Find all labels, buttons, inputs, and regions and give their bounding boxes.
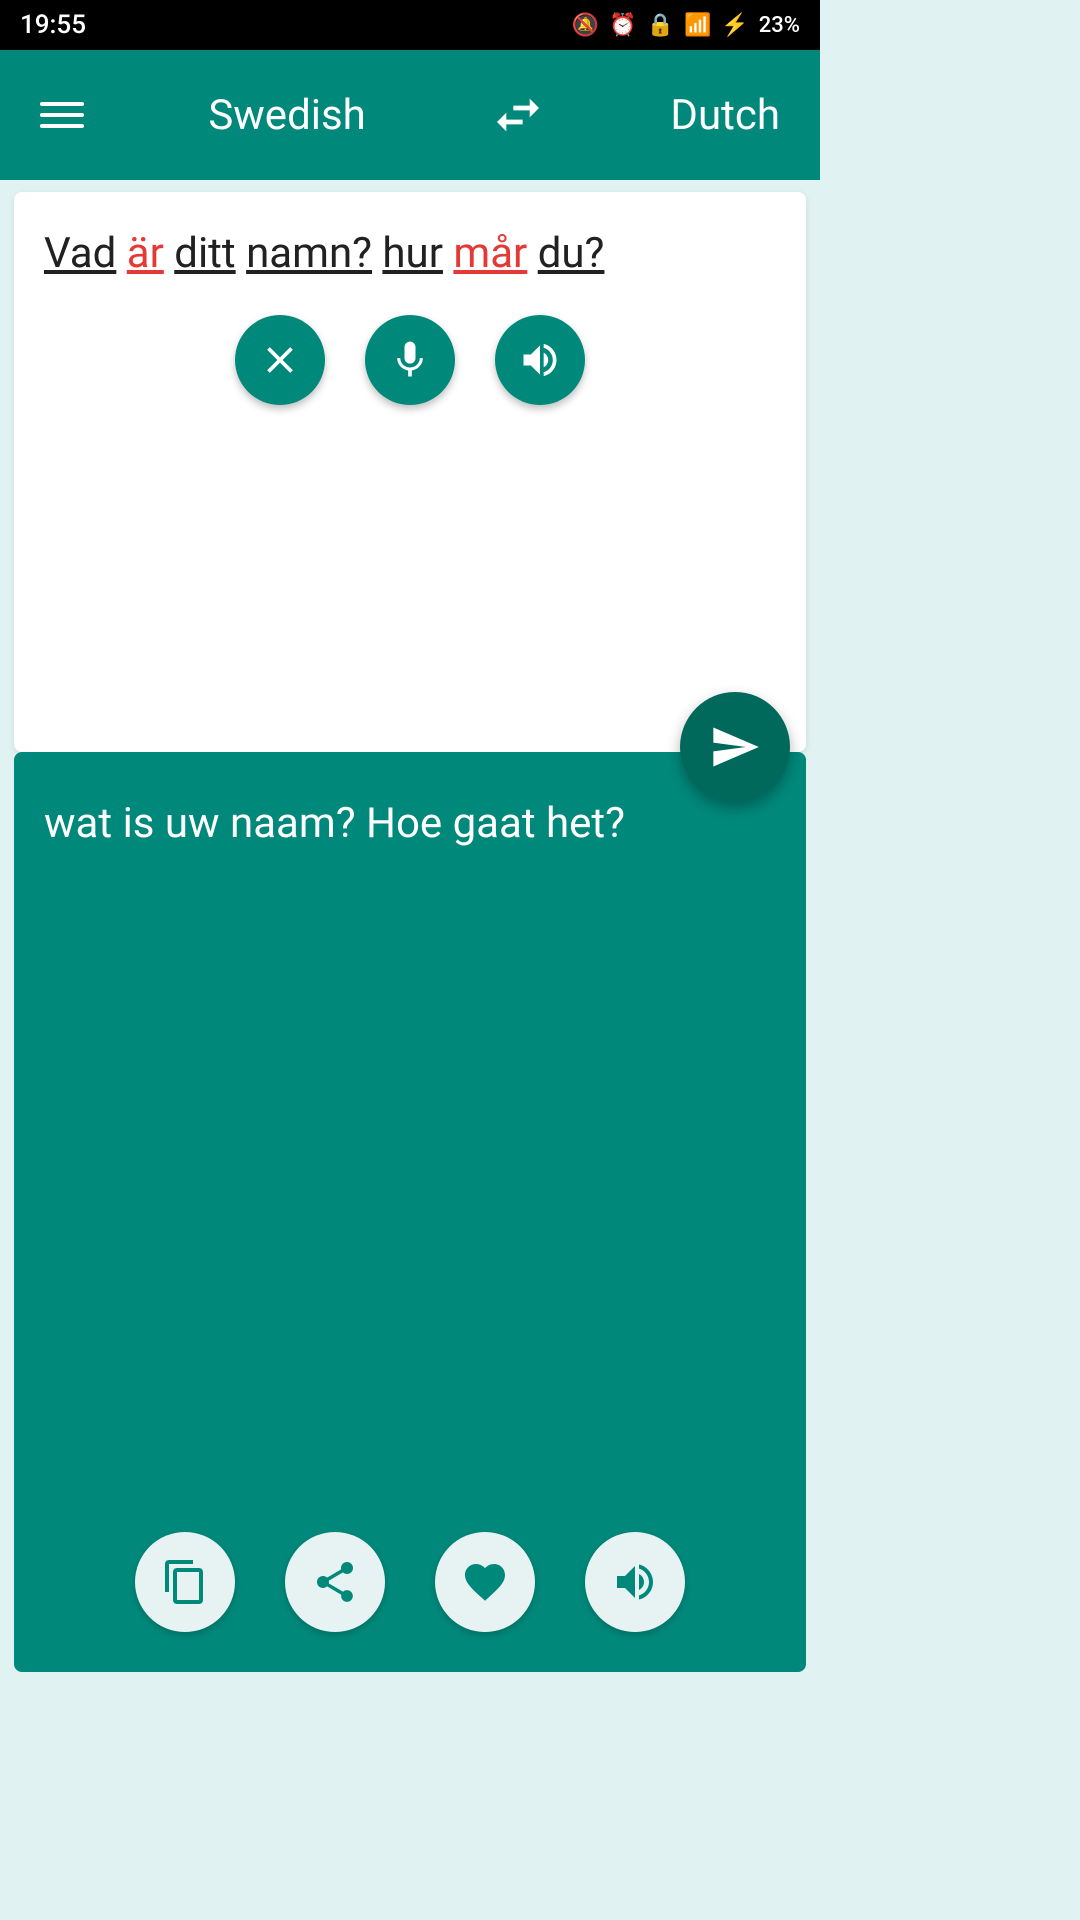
status-bar: 19:55 🔕 ⏰ 🔒 📶 ⚡ 23% <box>0 0 820 50</box>
word-hur[interactable]: hur <box>382 229 443 278</box>
swap-languages-button[interactable] <box>490 87 546 143</box>
copy-button[interactable] <box>135 1532 235 1632</box>
clear-button[interactable] <box>235 315 325 405</box>
lock-icon: 🔒 <box>647 13 674 38</box>
speak-source-button[interactable] <box>495 315 585 405</box>
send-button[interactable] <box>680 692 790 802</box>
source-input-panel: Vad är ditt namn? hur mår du? <box>14 192 806 752</box>
word-ar[interactable]: är <box>127 229 164 278</box>
signal-icon: 📶 <box>684 13 711 38</box>
speak-translation-button[interactable] <box>585 1532 685 1632</box>
microphone-button[interactable] <box>365 315 455 405</box>
menu-line-2 <box>40 113 84 117</box>
app-header: Swedish Dutch <box>0 50 820 180</box>
menu-button[interactable] <box>40 102 84 128</box>
translated-text-display: wat is uw naam? Hoe gaat het? <box>44 792 776 855</box>
favorite-button[interactable] <box>435 1532 535 1632</box>
notification-icon: 🔕 <box>572 13 599 38</box>
translation-output-panel: wat is uw naam? Hoe gaat het? <box>14 752 806 1672</box>
menu-line-1 <box>40 102 84 106</box>
target-language-selector[interactable]: Dutch <box>670 91 780 140</box>
share-button[interactable] <box>285 1532 385 1632</box>
word-vad[interactable]: Vad <box>44 229 116 278</box>
menu-line-3 <box>40 124 84 128</box>
status-icons: 🔕 ⏰ 🔒 📶 ⚡ 23% <box>572 13 800 38</box>
source-text-display: Vad är ditt namn? hur mår du? <box>44 222 776 285</box>
battery-level: 23% <box>759 13 800 38</box>
word-mar[interactable]: mår <box>453 229 527 278</box>
source-language-selector[interactable]: Swedish <box>208 91 365 140</box>
source-controls <box>44 315 776 425</box>
charge-icon: ⚡ <box>721 13 748 38</box>
translation-controls <box>14 1532 806 1632</box>
alarm-icon: ⏰ <box>609 13 636 38</box>
status-time: 19:55 <box>20 10 86 40</box>
word-du[interactable]: du? <box>538 229 605 278</box>
word-ditt[interactable]: ditt <box>174 229 235 278</box>
word-namn[interactable]: namn? <box>246 229 372 278</box>
